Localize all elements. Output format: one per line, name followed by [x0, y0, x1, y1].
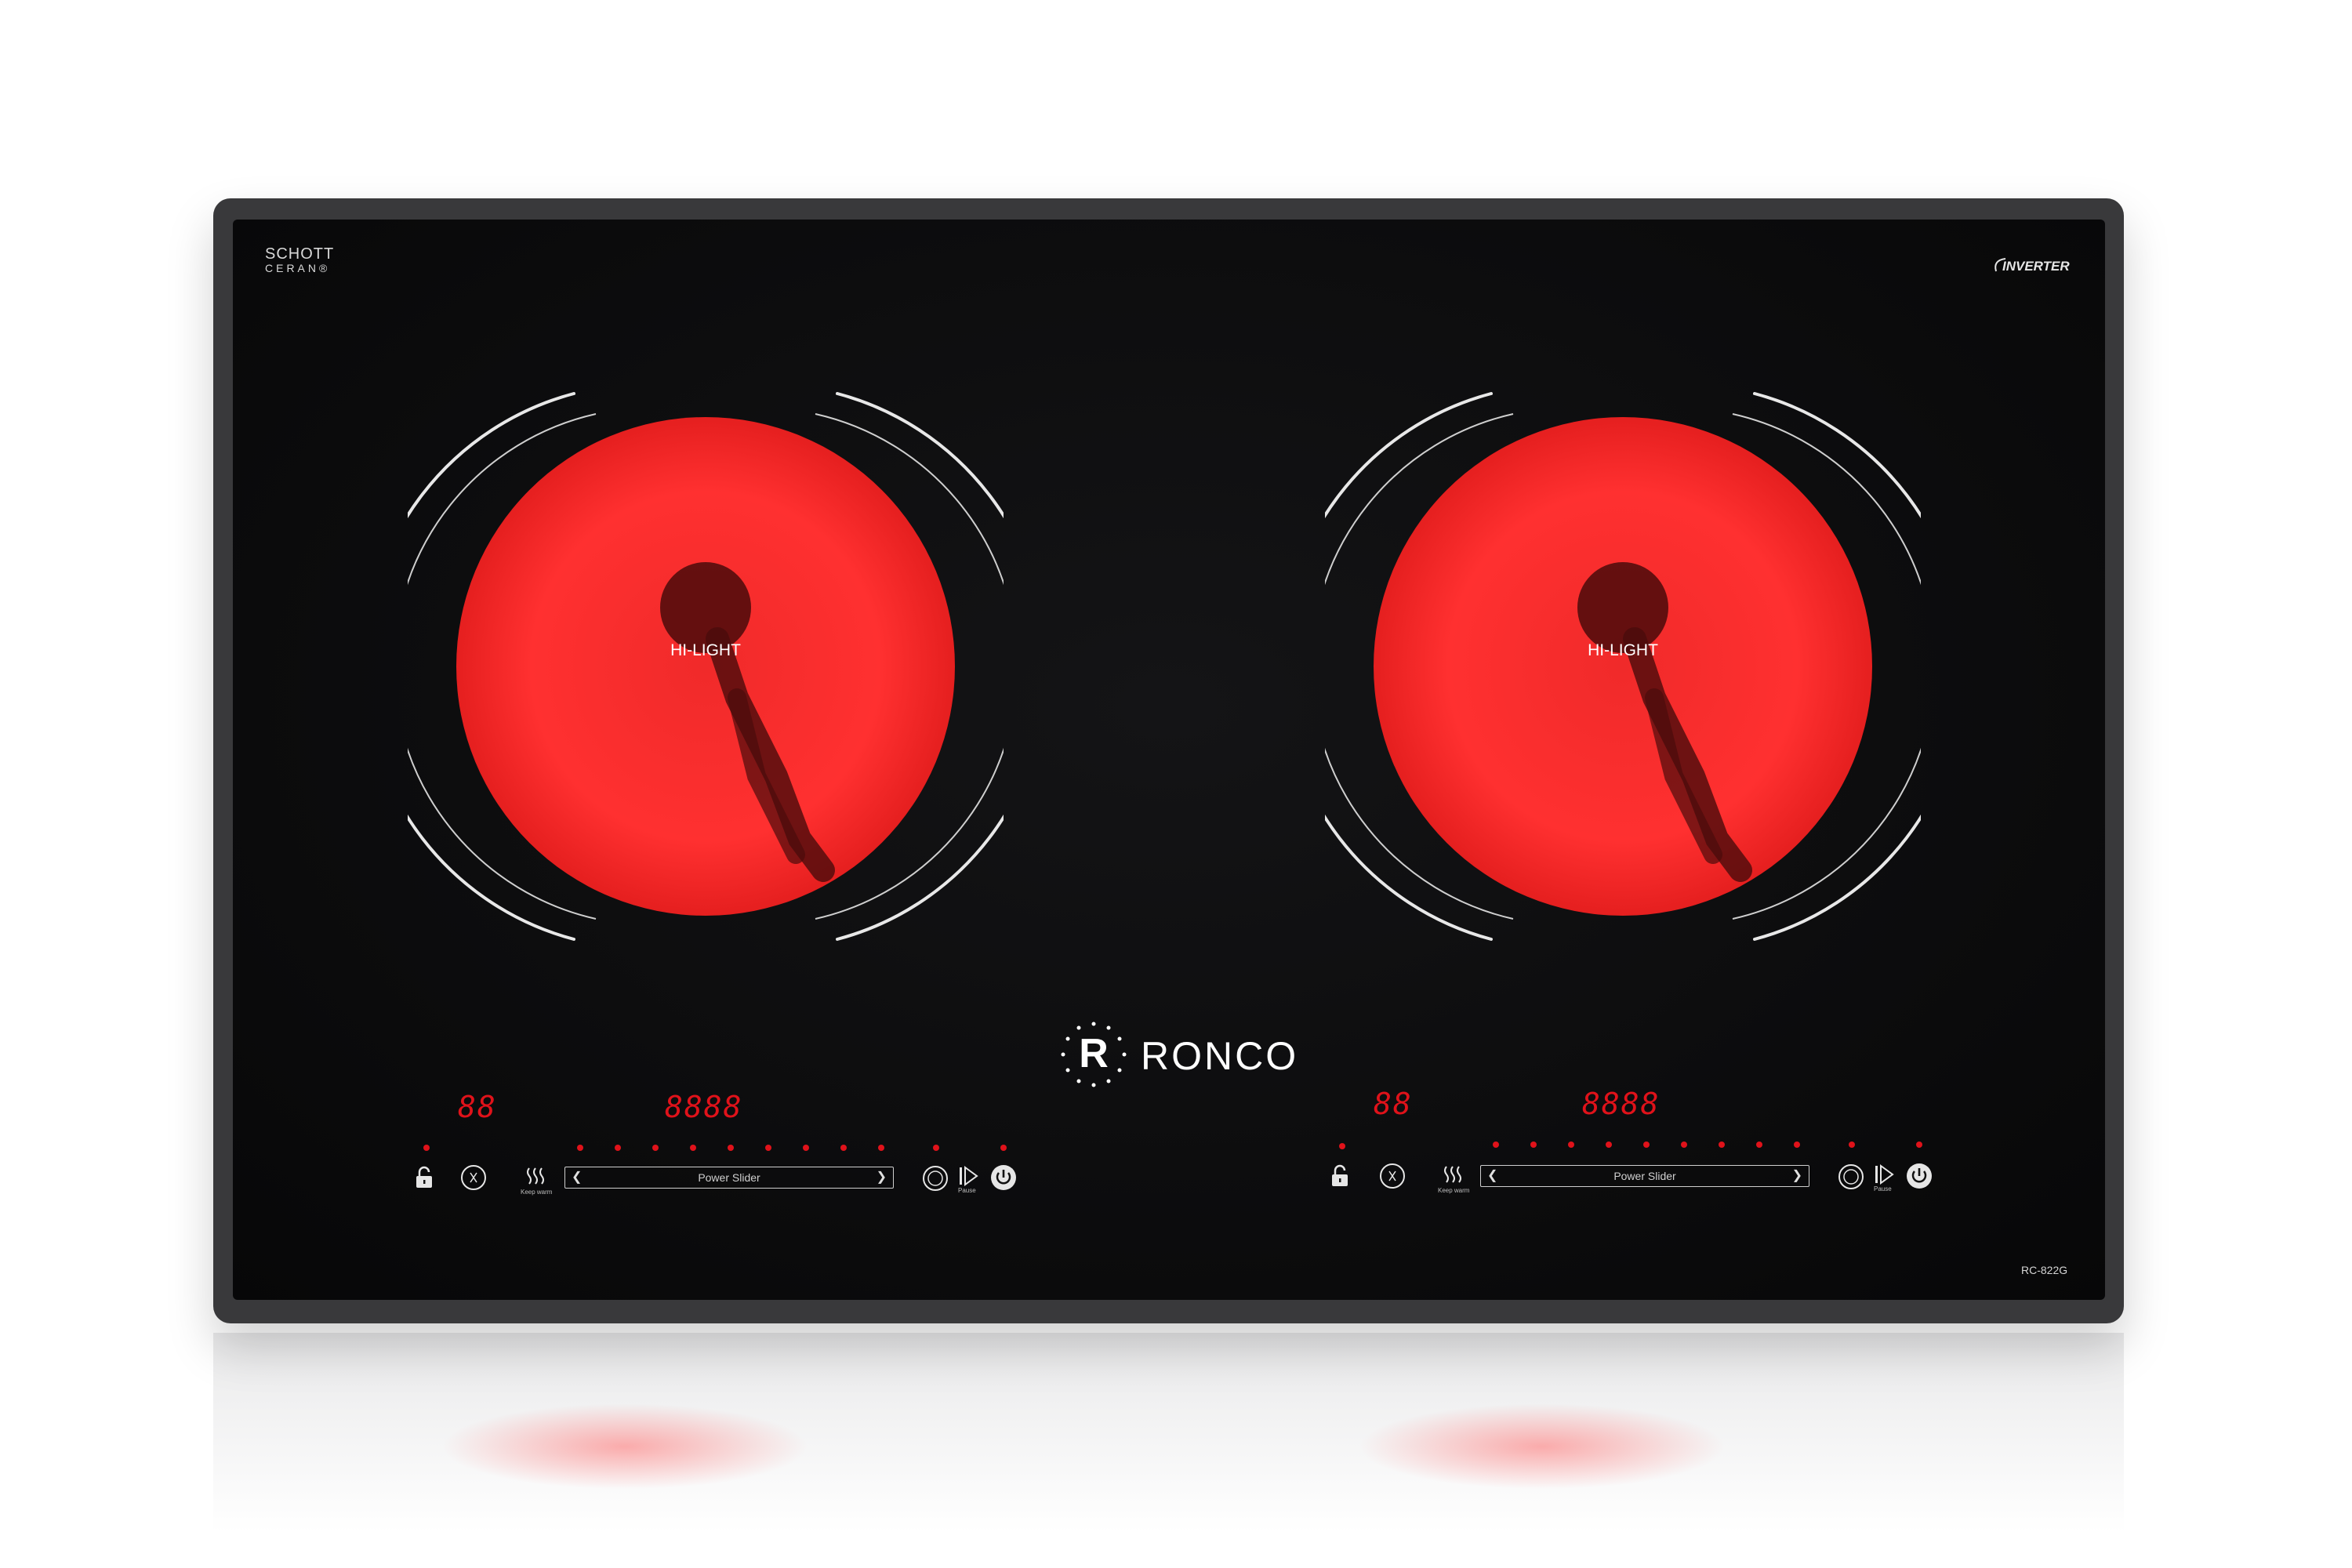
right-slider-led-2 [1530, 1142, 1537, 1148]
slider-right-arrow-icon: ❯ [1791, 1169, 1802, 1182]
timer-icon[interactable] [1378, 1162, 1406, 1190]
left-power-slider[interactable]: ❮ Power Slider ❯ [564, 1167, 894, 1189]
glass-brand-line1: SCHOTT [265, 245, 335, 263]
model-number: RC-822G [2021, 1264, 2068, 1276]
left-slider-led-7 [803, 1145, 809, 1151]
lock-icon[interactable] [1328, 1163, 1352, 1189]
menu-icon[interactable] [1838, 1163, 1864, 1190]
right-power-slider[interactable]: ❮ Power Slider ❯ [1480, 1165, 1809, 1187]
left-pause-label: Pause [958, 1187, 976, 1194]
burner-left-label: HI-LIGHT [670, 641, 741, 659]
keep-warm-icon[interactable] [524, 1165, 549, 1189]
right-slider-led-5 [1643, 1142, 1650, 1148]
left-slider-led-4 [690, 1145, 696, 1151]
left-slider-led-3 [652, 1145, 659, 1151]
left-power-display: 8888 [665, 1090, 743, 1124]
left-slider-led-9 [878, 1145, 884, 1151]
inverter-label: INVERTER [2002, 259, 2070, 274]
left-timer-display: 88 [458, 1090, 497, 1124]
timer-icon[interactable] [459, 1163, 488, 1192]
left-slider-led-8 [840, 1145, 847, 1151]
right-lock-led [1339, 1143, 1345, 1149]
left-slider-led-2 [615, 1145, 621, 1151]
left-power-slider-label: Power Slider [698, 1171, 760, 1184]
right-slider-led-8 [1756, 1142, 1762, 1148]
menu-icon[interactable] [922, 1165, 949, 1192]
pause-icon[interactable] [958, 1165, 980, 1189]
left-menu-led [933, 1145, 939, 1151]
right-menu-led [1849, 1142, 1855, 1148]
burner-right-label: HI-LIGHT [1588, 641, 1658, 659]
left-slider-led-1 [577, 1145, 583, 1151]
left-slider-led-6 [765, 1145, 771, 1151]
right-slider-led-4 [1606, 1142, 1612, 1148]
right-keep-warm-label: Keep warm [1438, 1187, 1470, 1194]
ronco-logo-letter: R [1079, 1031, 1109, 1076]
pause-icon[interactable] [1874, 1163, 1896, 1187]
burner-left: HI-LIGHT [408, 368, 1004, 964]
left-lock-led [423, 1145, 430, 1151]
left-slider-led-5 [728, 1145, 734, 1151]
power-icon[interactable] [989, 1163, 1018, 1192]
right-slider-led-6 [1681, 1142, 1687, 1148]
keep-warm-icon[interactable] [1441, 1163, 1466, 1187]
right-power-slider-label: Power Slider [1613, 1170, 1676, 1182]
right-power-display: 8888 [1582, 1087, 1661, 1121]
slider-right-arrow-icon: ❯ [876, 1171, 887, 1184]
lock-icon[interactable] [412, 1165, 436, 1190]
ronco-logo-mark: R [1058, 1019, 1129, 1090]
right-pause-label: Pause [1874, 1185, 1892, 1192]
right-slider-led-7 [1719, 1142, 1725, 1148]
glass-brand-line2: CERAN® [265, 262, 331, 274]
burner-right: HI-LIGHT [1325, 368, 1921, 964]
brand-name: RONCO [1141, 1034, 1299, 1078]
right-slider-led-3 [1568, 1142, 1574, 1148]
power-icon[interactable] [1905, 1162, 1933, 1190]
glass-brand-logo: SCHOTT CERAN® [265, 245, 335, 275]
right-slider-led-9 [1794, 1142, 1800, 1148]
right-power-led [1916, 1142, 1922, 1148]
left-power-led [1000, 1145, 1007, 1151]
right-timer-display: 88 [1374, 1087, 1413, 1121]
left-keep-warm-label: Keep warm [521, 1189, 553, 1196]
surface-reflection [213, 1333, 2124, 1568]
right-slider-led-1 [1493, 1142, 1499, 1148]
